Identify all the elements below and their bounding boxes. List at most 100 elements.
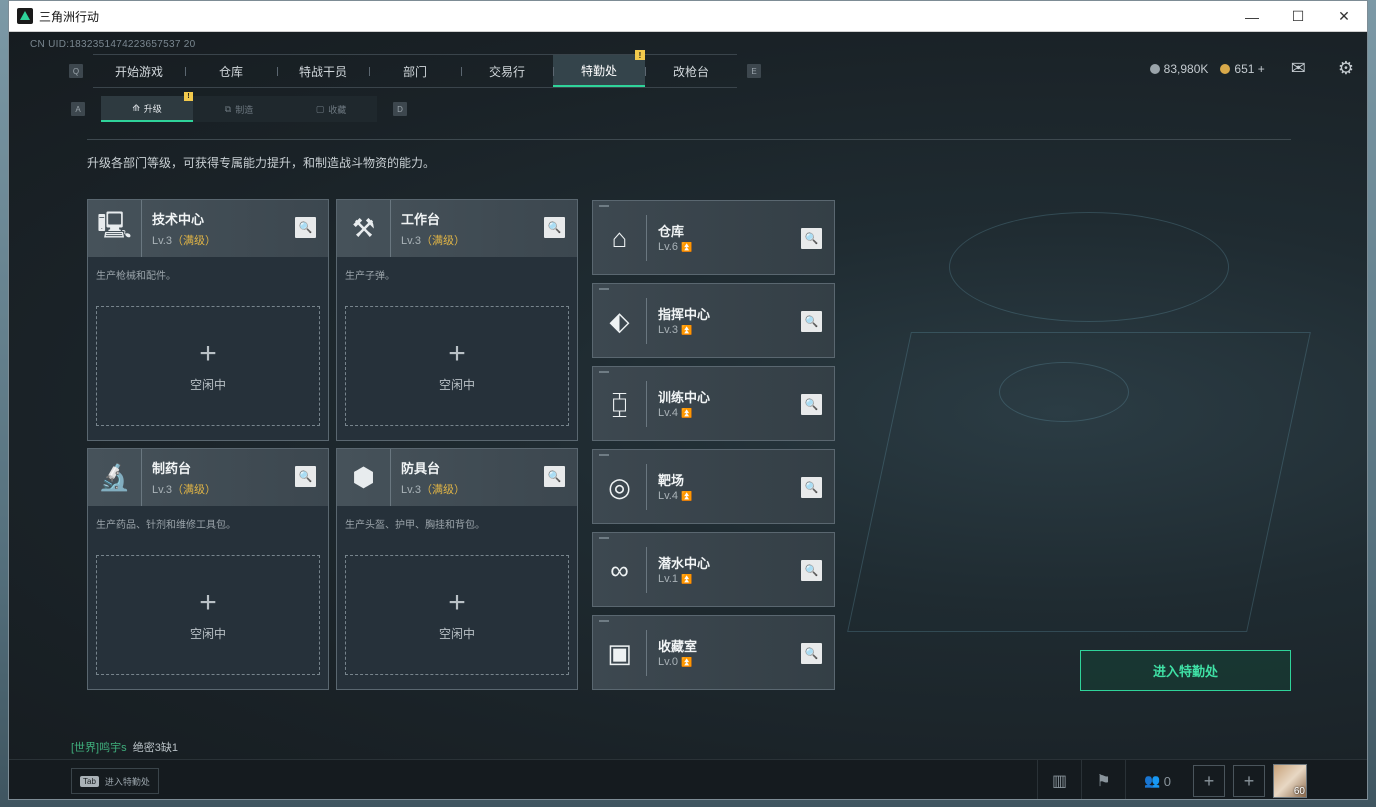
workshop-description: 生产子弹。	[345, 271, 395, 282]
facility-diving-center[interactable]: ∞ 潜水中心 Lv.1 ⏫ 🔍	[592, 532, 835, 607]
friends-icon: 👥	[1143, 773, 1161, 788]
workshop-name: 制药台	[152, 461, 192, 476]
flag-icon[interactable]: ⚑	[1081, 760, 1125, 799]
tools-icon: ⚒	[337, 200, 391, 257]
tab-warehouse[interactable]: 仓库	[185, 55, 277, 87]
subnav-key-d[interactable]: D	[393, 102, 407, 116]
enter-special-services-button[interactable]: 进入特勤处	[1080, 650, 1291, 691]
gear-icon[interactable]: ⚙	[1338, 58, 1354, 79]
search-icon[interactable]: 🔍	[801, 394, 822, 415]
tab-key: Tab	[80, 775, 99, 787]
max-level-label: （满级）	[171, 484, 216, 496]
slot-status: 空闲中	[438, 626, 475, 641]
bottom-bar: Tab 进入特勤处 ▥ ⚑ 👥 0 + + 60	[9, 759, 1367, 799]
slot-status: 空闲中	[189, 377, 226, 392]
blueprint-core	[999, 362, 1129, 422]
chip-icon: ⬖	[593, 298, 647, 344]
close-button[interactable]: ✕	[1321, 1, 1367, 32]
facility-collection-room[interactable]: ▣ 收藏室 Lv.0 ⏫ 🔍	[592, 615, 835, 690]
facility-training-center[interactable]: ⧮ 训练中心 Lv.4 ⏫ 🔍	[592, 366, 835, 441]
add-party-slot-button[interactable]: +	[1233, 765, 1265, 797]
gold-currency[interactable]: 651 +	[1220, 62, 1265, 76]
tab-operators[interactable]: 特战干员	[277, 55, 369, 87]
silver-currency: 83,980K	[1149, 62, 1208, 76]
facility-level: Lv.3	[658, 324, 678, 336]
dumbbell-icon: ⧮	[593, 381, 647, 427]
nav-key-e[interactable]: E	[747, 64, 761, 78]
search-icon[interactable]: 🔍	[544, 217, 565, 238]
silver-coin-icon	[1149, 63, 1160, 74]
mail-icon[interactable]: ✉	[1291, 58, 1306, 79]
production-slot[interactable]: + 空闲中	[96, 555, 320, 675]
minimize-button[interactable]: —	[1229, 1, 1275, 32]
add-party-slot-button[interactable]: +	[1193, 765, 1225, 797]
search-icon[interactable]: 🔍	[801, 560, 822, 581]
workshop-description: 生产药品、针剂和维修工具包。	[96, 520, 236, 531]
facility-shooting-range[interactable]: ◎ 靶场 Lv.4 ⏫ 🔍	[592, 449, 835, 524]
workshop-description: 生产枪械和配件。	[96, 271, 176, 282]
facility-level: Lv.0	[658, 656, 678, 668]
workshop-level: Lv.3	[152, 235, 172, 247]
cubes-icon: ⬢	[337, 449, 391, 506]
title-bar: 三角洲行动 — ☐ ✕	[9, 1, 1367, 32]
production-slot[interactable]: + 空闲中	[345, 555, 569, 675]
app-logo-icon	[17, 8, 33, 24]
microscope-icon: 🔬	[88, 449, 142, 506]
workshop-card-armor[interactable]: ⬢ 防具台 Lv.3（满级） 🔍 生产头盔、护甲、胸挂和背包。 + 空闲中	[336, 448, 578, 690]
maximize-button[interactable]: ☐	[1275, 1, 1321, 32]
search-icon[interactable]: 🔍	[295, 217, 316, 238]
nav-key-q[interactable]: Q	[69, 64, 83, 78]
chat-user: 鸣宇s	[99, 742, 127, 754]
tab-gunsmith[interactable]: 改枪台	[645, 55, 737, 87]
workshop-name: 技术中心	[152, 212, 205, 227]
tab-hint[interactable]: Tab 进入特勤处	[71, 768, 159, 794]
avatar[interactable]: 60	[1273, 764, 1307, 798]
search-icon[interactable]: 🔍	[801, 643, 822, 664]
workshop-card-tech-center[interactable]: 🖳 技术中心 Lv.3（满级） 🔍 生产枪械和配件。 + 空闲中	[87, 199, 329, 441]
facility-name: 仓库	[658, 224, 685, 239]
tab-start-game[interactable]: 开始游戏	[93, 55, 185, 87]
divider	[87, 139, 1291, 140]
workshop-card-workbench[interactable]: ⚒ 工作台 Lv.3（满级） 🔍 生产子弹。 + 空闲中	[336, 199, 578, 441]
tab-hint-label: 进入特勤处	[104, 776, 150, 787]
workshop-level: Lv.3	[401, 235, 421, 247]
window-title: 三角洲行动	[39, 9, 100, 24]
upgrade-chevron-icon: ⏫	[681, 242, 693, 252]
tab-department[interactable]: 部门	[369, 55, 461, 87]
tab-trade[interactable]: 交易行	[461, 55, 553, 87]
facility-name: 训练中心	[658, 390, 711, 405]
subtab-craft[interactable]: ⧉ 制造	[193, 96, 285, 122]
target-icon: ◎	[593, 464, 647, 510]
display-case-icon: ▣	[593, 630, 647, 676]
player-level: 60	[1293, 786, 1305, 797]
search-icon[interactable]: 🔍	[801, 311, 822, 332]
stats-icon[interactable]: ▥	[1037, 760, 1081, 799]
subnav-key-a[interactable]: A	[71, 102, 85, 116]
production-slot[interactable]: + 空闲中	[96, 306, 320, 426]
chat-line[interactable]: [世界]鸣宇s 绝密3缺1	[71, 739, 178, 755]
search-icon[interactable]: 🔍	[295, 466, 316, 487]
upgrade-chevron-icon: ⏫	[681, 325, 693, 335]
facility-warehouse[interactable]: ⌂ 仓库 Lv.6 ⏫ 🔍	[592, 200, 835, 275]
friends-button[interactable]: 👥 0	[1125, 760, 1189, 799]
game-viewport: CN UID:1832351474223657537 20 Q 开始游戏 仓库 …	[9, 32, 1367, 799]
search-icon[interactable]: 🔍	[801, 228, 822, 249]
facility-command-center[interactable]: ⬖ 指挥中心 Lv.3 ⏫ 🔍	[592, 283, 835, 358]
production-slot[interactable]: + 空闲中	[345, 306, 569, 426]
plus-icon: +	[448, 585, 466, 619]
subtab-collection[interactable]: ▢ 收藏	[285, 96, 377, 122]
game-window: 三角洲行动 — ☐ ✕ CN UID:1832351474223657537 2…	[8, 0, 1368, 800]
subtab-upgrade[interactable]: ⟰ 升级!	[101, 92, 193, 122]
workshop-card-pharmacy[interactable]: 🔬 制药台 Lv.3（满级） 🔍 生产药品、针剂和维修工具包。 + 空闲中	[87, 448, 329, 690]
craft-icon: ⧉	[224, 103, 232, 114]
chat-message: 绝密3缺1	[132, 742, 178, 754]
search-icon[interactable]: 🔍	[544, 466, 565, 487]
search-icon[interactable]: 🔍	[801, 477, 822, 498]
max-level-label: （满级）	[171, 235, 216, 247]
facility-name: 收藏室	[658, 639, 698, 654]
plus-icon: +	[199, 585, 217, 619]
max-level-label: （满级）	[420, 484, 465, 496]
gold-coin-icon	[1220, 63, 1231, 74]
chat-channel: [世界]	[71, 742, 100, 754]
tab-special-services[interactable]: 特勤处!	[553, 50, 645, 87]
